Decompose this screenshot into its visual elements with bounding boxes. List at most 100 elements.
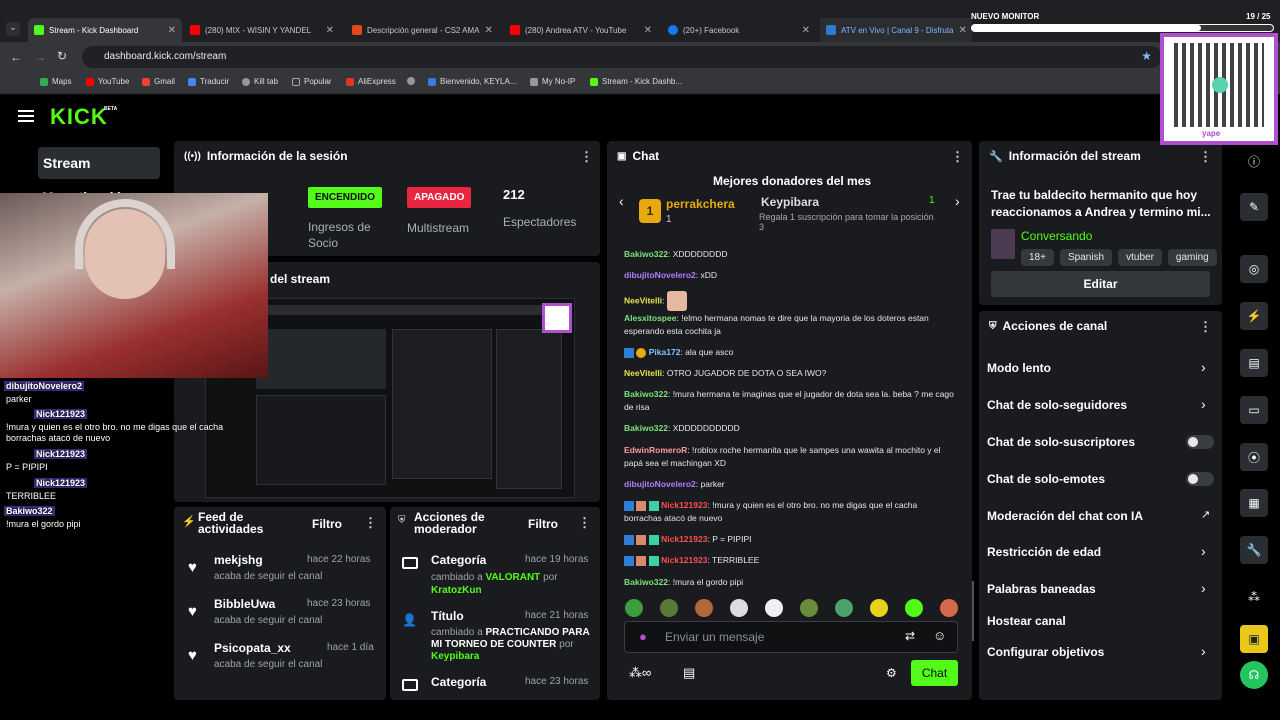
close-icon[interactable]: ✕	[644, 25, 652, 36]
badge-icon	[648, 555, 659, 566]
more-options-icon[interactable]: ⋮	[1199, 149, 1212, 165]
translate-icon[interactable]: ⇄	[905, 629, 915, 643]
chat-message: Bakiwo322: XDDDDDDDDDD	[624, 423, 740, 433]
chat-message: Bakiwo322: !mura el gordo pipi	[624, 577, 744, 587]
emote-icon[interactable]	[730, 599, 748, 617]
chat-input[interactable]: ● Enviar un mensaje ⇄ ☺	[624, 621, 958, 653]
bookmarks-bar: Maps YouTube Gmail Traducir Kill tab Pop…	[0, 72, 1280, 94]
clapper-icon[interactable]: ▣	[1240, 625, 1268, 653]
microphone-icon[interactable]: ●	[639, 629, 647, 644]
layout-icon[interactable]: ▦	[1240, 489, 1268, 517]
info-icon[interactable]: ⓘ	[1240, 147, 1268, 175]
headphones-icon	[75, 199, 175, 269]
chat-message: Nick121923: P = PIPIPI	[624, 533, 954, 546]
emotes-only-toggle[interactable]	[1186, 472, 1214, 486]
notes-icon[interactable]: ▤	[1240, 349, 1268, 377]
bookmark-maps[interactable]: Maps	[40, 77, 72, 86]
tab-atv[interactable]: ATV en Vivo | Canal 9 - Disfruta ✕	[820, 18, 972, 42]
bookmark-aliexpress[interactable]: AliExpress	[346, 77, 396, 86]
kick-logo[interactable]: KICK	[50, 104, 108, 130]
tab-search-button[interactable]: ⌄	[6, 22, 20, 36]
emote-icon[interactable]	[625, 599, 643, 617]
overlay-chat-message: !mura el gordo pipi	[6, 519, 81, 529]
more-options-icon[interactable]: ⋮	[951, 149, 964, 165]
lightning-icon[interactable]: ⚡	[1240, 302, 1268, 330]
bookmark-bienvenido[interactable]: Bienvenido, KEYLA...	[428, 77, 517, 86]
tag[interactable]: 18+	[1021, 249, 1054, 266]
tab-cs2[interactable]: Descripción general - CS2 AMA ✕	[346, 18, 498, 42]
chevron-left-icon[interactable]: ‹	[619, 193, 624, 209]
edit-button[interactable]: Editar	[991, 271, 1210, 297]
hamburger-menu-icon[interactable]	[18, 110, 34, 122]
tab-facebook[interactable]: (20+) Facebook ✕	[662, 18, 816, 42]
tag[interactable]: vtuber	[1118, 249, 1162, 266]
emoji-icon[interactable]: ☺	[933, 628, 946, 643]
chat-icon[interactable]: ▭	[1240, 396, 1268, 424]
close-icon[interactable]: ✕	[802, 25, 810, 36]
points-icon[interactable]: ⁂∞	[629, 665, 651, 681]
reload-icon[interactable]: ↻	[57, 49, 67, 63]
feed-item: ♥ BibbleUwa hace 23 horas acaba de segui…	[188, 597, 378, 637]
bookmark-kick-stream[interactable]: Stream - Kick Dashb...	[590, 77, 682, 86]
bookmark-kill-tab[interactable]: Kill tab	[242, 77, 278, 86]
emote-icon[interactable]	[695, 599, 713, 617]
more-options-icon[interactable]: ⋮	[580, 149, 593, 165]
back-icon[interactable]: ←	[10, 50, 22, 64]
support-icon[interactable]: ☊	[1240, 661, 1268, 689]
emote-icon[interactable]	[870, 599, 888, 617]
store-icon[interactable]: ▤	[683, 665, 695, 681]
emote-icon[interactable]	[800, 599, 818, 617]
viewers-label: Espectadores	[503, 215, 577, 229]
emote-icon[interactable]	[835, 599, 853, 617]
tag[interactable]: Spanish	[1059, 249, 1113, 266]
wrench-icon[interactable]: 🔧	[1240, 536, 1268, 564]
emote-icon[interactable]	[905, 599, 923, 617]
wrench-icon: 🔧	[989, 150, 1003, 163]
broadcast-icon[interactable]: ⦿	[1240, 443, 1268, 471]
bookmark-star-icon[interactable]: ★	[1141, 49, 1152, 63]
close-icon[interactable]: ✕	[168, 25, 176, 36]
bookmark-traducir[interactable]: Traducir	[188, 77, 229, 86]
tag[interactable]: gaming	[1167, 249, 1217, 266]
badge-icon	[636, 347, 647, 358]
more-options-icon[interactable]: ⋮	[1199, 319, 1212, 335]
bookmark-youtube[interactable]: YouTube	[86, 77, 129, 86]
tab-kick-dashboard[interactable]: Stream - Kick Dashboard ✕	[28, 18, 182, 42]
chevron-right-icon: ›	[1201, 396, 1206, 412]
capture-icon[interactable]: ◎	[1240, 255, 1268, 283]
feed-filter-button[interactable]: Filtro	[312, 517, 342, 531]
heart-icon: ♥	[188, 603, 197, 620]
close-icon[interactable]: ✕	[326, 25, 334, 36]
feed-action: acaba de seguir el canal	[214, 615, 323, 626]
category-name[interactable]: Conversando	[1021, 229, 1092, 243]
tab-youtube-andrea[interactable]: (280) Andrea ATV - YouTube ✕	[504, 18, 658, 42]
settings-gear-icon[interactable]: ⚙	[886, 666, 897, 680]
donor2-note: Regala 1 suscripción para tomar la posic…	[759, 212, 934, 232]
close-icon[interactable]: ✕	[485, 25, 493, 36]
feed-title: Feed de actividades	[198, 510, 264, 536]
tab-youtube-mix[interactable]: (280) MIX - WISIN Y YANDEL ✕	[184, 18, 340, 42]
webcam-overlay	[0, 193, 268, 378]
edit-pencil-icon[interactable]: ✎	[1240, 193, 1268, 221]
donor2-name: Keypibara	[761, 195, 820, 209]
bookmark-gmail[interactable]: Gmail	[142, 77, 175, 86]
bookmark-no-ip[interactable]: My No-IP	[530, 77, 575, 86]
bookmark-popular[interactable]: Popular	[292, 77, 332, 86]
bookmark-globe[interactable]	[407, 77, 415, 85]
subs-only-toggle[interactable]	[1186, 435, 1214, 449]
mod-filter-button[interactable]: Filtro	[528, 517, 558, 531]
emote-icon[interactable]	[765, 599, 783, 617]
chevron-right-icon[interactable]: ›	[955, 193, 960, 209]
monitor-label: NUEVO MONITOR	[971, 12, 1040, 21]
emote-icon[interactable]	[940, 599, 958, 617]
close-icon[interactable]: ✕	[959, 25, 967, 36]
chat-send-button[interactable]: Chat	[911, 660, 958, 686]
community-icon[interactable]: ⁂	[1240, 583, 1268, 611]
forward-icon[interactable]: →	[34, 50, 46, 64]
url-field[interactable]: dashboard.kick.com/stream ★	[82, 46, 1162, 68]
more-options-icon[interactable]: ⋮	[364, 515, 377, 531]
chat-scrollbar[interactable]	[972, 581, 974, 641]
more-options-icon[interactable]: ⋮	[578, 515, 591, 531]
emote-icon[interactable]	[660, 599, 678, 617]
sidebar-item-stream[interactable]: Stream	[38, 147, 160, 179]
